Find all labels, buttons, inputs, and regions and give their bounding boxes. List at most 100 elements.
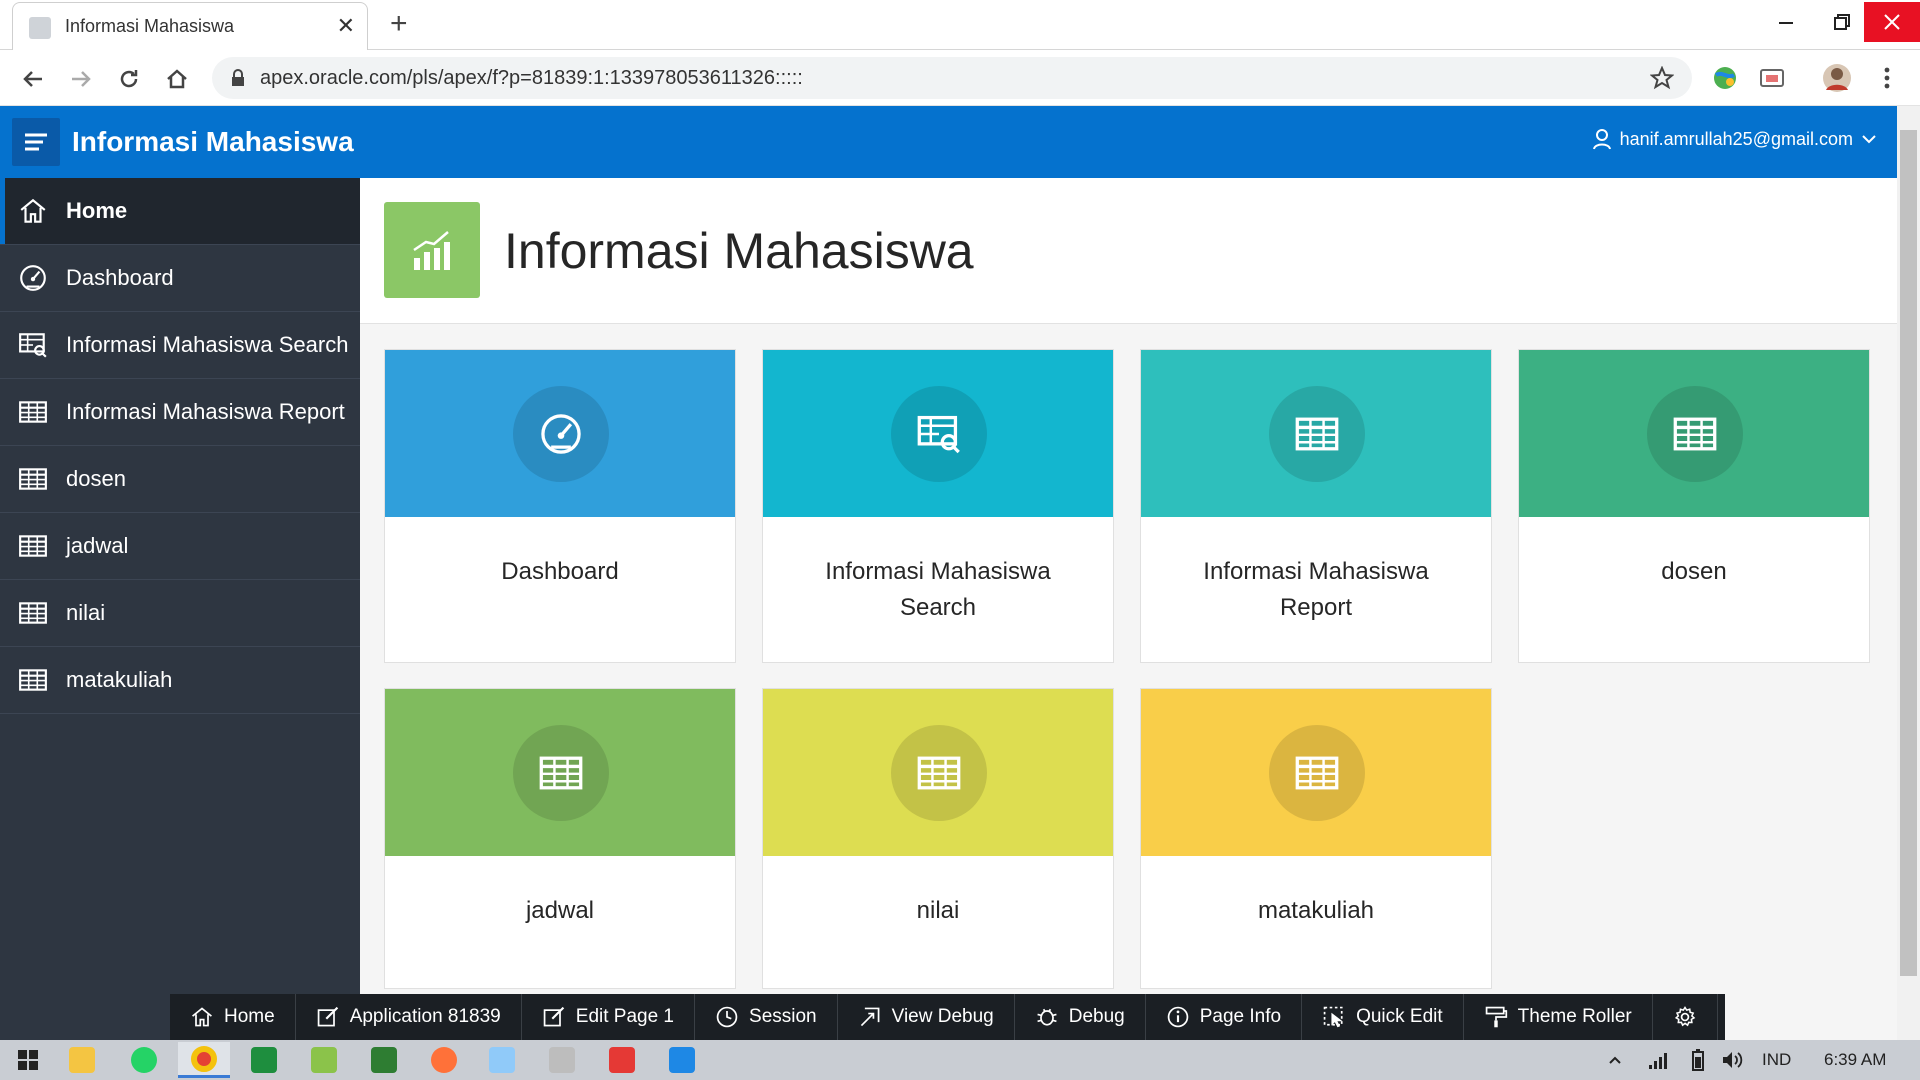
card-label-line-1: nilai	[916, 897, 960, 924]
scrollbar-thumb[interactable]	[1900, 130, 1917, 976]
dev-page-info-button[interactable]: Page Info	[1146, 994, 1303, 1040]
lock-icon[interactable]	[230, 69, 246, 87]
user-menu[interactable]: hanif.amrullah25@gmail.com	[1592, 128, 1877, 150]
profile-avatar[interactable]	[1822, 63, 1852, 93]
bookmark-star-icon[interactable]	[1650, 66, 1674, 90]
clock[interactable]: 6:39 AM	[1824, 1050, 1886, 1070]
tab-title: Informasi Mahasiswa	[65, 16, 235, 36]
dev-button-label: View Debug	[891, 1006, 994, 1027]
info-icon	[1166, 1005, 1190, 1029]
chrome-icon[interactable]	[178, 1042, 230, 1078]
clock-icon	[715, 1005, 739, 1029]
green-app-icon[interactable]	[238, 1042, 290, 1078]
cast-icon[interactable]	[1757, 63, 1787, 93]
home-icon	[16, 196, 50, 226]
dev-edit-page-1-button[interactable]: Edit Page 1	[522, 994, 696, 1040]
table-icon	[16, 598, 50, 628]
app-title[interactable]: Informasi Mahasiswa	[72, 126, 354, 158]
gauge-icon	[513, 386, 609, 482]
card-label-line-1: Dashboard	[501, 558, 619, 585]
sidebar-item-jadwal[interactable]: jadwal	[0, 513, 360, 580]
dev-button-label: Session	[749, 1006, 817, 1027]
sidebar-item-home[interactable]: Home	[0, 178, 360, 245]
card-label-line-1: jadwal	[525, 897, 595, 924]
card-informasi-mahasiswa-search[interactable]: Informasi Mahasiswa Search	[762, 349, 1114, 663]
sidebar-item-dosen[interactable]: dosen	[0, 446, 360, 513]
card-label: Dashboard	[395, 554, 725, 590]
page-scrollbar[interactable]	[1897, 106, 1920, 1040]
dev-button-label: Application 81839	[349, 1006, 501, 1027]
tab-close-icon[interactable]: ✕	[337, 13, 355, 39]
sidebar-item-informasi-mahasiswa-report[interactable]: Informasi Mahasiswa Report	[0, 379, 360, 446]
forward-icon[interactable]	[64, 62, 98, 96]
address-bar[interactable]: apex.oracle.com/pls/apex/f?p=81839:1:133…	[212, 57, 1692, 99]
dev-application-81839-button[interactable]: Application 81839	[296, 994, 522, 1040]
window-close-button[interactable]	[1864, 2, 1920, 42]
browser-tab-strip: Informasi Mahasiswa ✕ +	[0, 0, 1920, 50]
card-informasi-mahasiswa-report[interactable]: Informasi Mahasiswa Report	[1140, 349, 1492, 663]
bar-chart-icon	[384, 202, 480, 298]
card-nilai[interactable]: nilai	[762, 688, 1114, 989]
dev-settings-button[interactable]	[1653, 994, 1718, 1040]
edit-page-icon	[542, 1005, 566, 1029]
app-header: Informasi Mahasiswa hanif.amrullah25@gma…	[0, 106, 1897, 178]
volume-icon[interactable]	[1714, 1042, 1750, 1078]
hero-region: Informasi Mahasiswa	[360, 178, 1897, 324]
file-explorer-icon[interactable]	[56, 1042, 108, 1078]
new-tab-button[interactable]: +	[390, 8, 408, 40]
table-icon	[1269, 386, 1365, 482]
url-text[interactable]: apex.oracle.com/pls/apex/f?p=81839:1:133…	[260, 67, 803, 90]
user-email: hanif.amrullah25@gmail.com	[1619, 128, 1853, 149]
home-icon	[190, 1005, 214, 1029]
reload-icon[interactable]	[112, 62, 146, 96]
hamburger-menu-icon[interactable]	[12, 118, 60, 166]
card-dosen[interactable]: dosen	[1518, 349, 1870, 663]
sidebar-item-informasi-mahasiswa-search[interactable]: Informasi Mahasiswa Search	[0, 312, 360, 379]
firefox-icon[interactable]	[418, 1042, 470, 1078]
back-icon[interactable]	[16, 62, 50, 96]
sidebar-item-dashboard[interactable]: Dashboard	[0, 245, 360, 312]
dev-theme-roller-button[interactable]: Theme Roller	[1464, 994, 1653, 1040]
browser-tab[interactable]: Informasi Mahasiswa ✕	[12, 2, 368, 50]
dev-button-label: Theme Roller	[1517, 1006, 1632, 1027]
camtasia-icon[interactable]	[358, 1042, 410, 1078]
card-matakuliah[interactable]: matakuliah	[1140, 688, 1492, 989]
table-icon	[1269, 725, 1365, 821]
minimize-button[interactable]	[1758, 2, 1814, 42]
dev-view-debug-button[interactable]: View Debug	[838, 994, 1015, 1040]
card-color-band	[763, 689, 1113, 856]
sidebar-item-nilai[interactable]: nilai	[0, 580, 360, 647]
card-jadwal[interactable]: jadwal	[384, 688, 736, 989]
multicolor-app-icon[interactable]	[298, 1042, 350, 1078]
card-label-line-1: matakuliah	[1257, 897, 1375, 924]
browser-menu-icon[interactable]	[1872, 63, 1902, 93]
dev-session-button[interactable]: Session	[695, 994, 838, 1040]
sidebar-item-label: matakuliah	[66, 667, 173, 692]
window-app-icon[interactable]	[656, 1042, 708, 1078]
dev-debug-button[interactable]: Debug	[1015, 994, 1146, 1040]
signal-icon[interactable]	[1640, 1042, 1676, 1078]
sidebar-item-label: nilai	[66, 600, 106, 625]
restore-button[interactable]	[1814, 2, 1870, 42]
sidebar-item-matakuliah[interactable]: matakuliah	[0, 647, 360, 714]
pdf-app-icon[interactable]	[596, 1042, 648, 1078]
battery-icon[interactable]	[1680, 1042, 1716, 1078]
chevron-down-icon	[1861, 133, 1877, 145]
extension-globe-icon[interactable]	[1710, 63, 1740, 93]
card-dashboard[interactable]: Dashboard	[384, 349, 736, 663]
home-icon[interactable]	[160, 62, 194, 96]
dev-quick-edit-button[interactable]: Quick Edit	[1302, 994, 1464, 1040]
input-language[interactable]: IND	[1762, 1050, 1791, 1070]
sidebar-item-label: Informasi Mahasiswa Search	[66, 332, 349, 357]
sidebar-item-label: jadwal	[66, 533, 129, 558]
blue-app-icon[interactable]	[476, 1042, 528, 1078]
edit-app-icon	[316, 1005, 340, 1029]
card-label: nilai	[773, 893, 1103, 929]
whatsapp-icon[interactable]	[118, 1042, 170, 1078]
dev-home-button[interactable]: Home	[170, 994, 296, 1040]
tex-app-icon[interactable]	[536, 1042, 588, 1078]
card-label-line-1: Informasi Mahasiswa	[825, 558, 1051, 585]
windows-start-icon[interactable]	[2, 1042, 54, 1078]
tab-favicon-icon	[29, 17, 51, 39]
tray-up-arrow-icon[interactable]	[1600, 1042, 1630, 1078]
